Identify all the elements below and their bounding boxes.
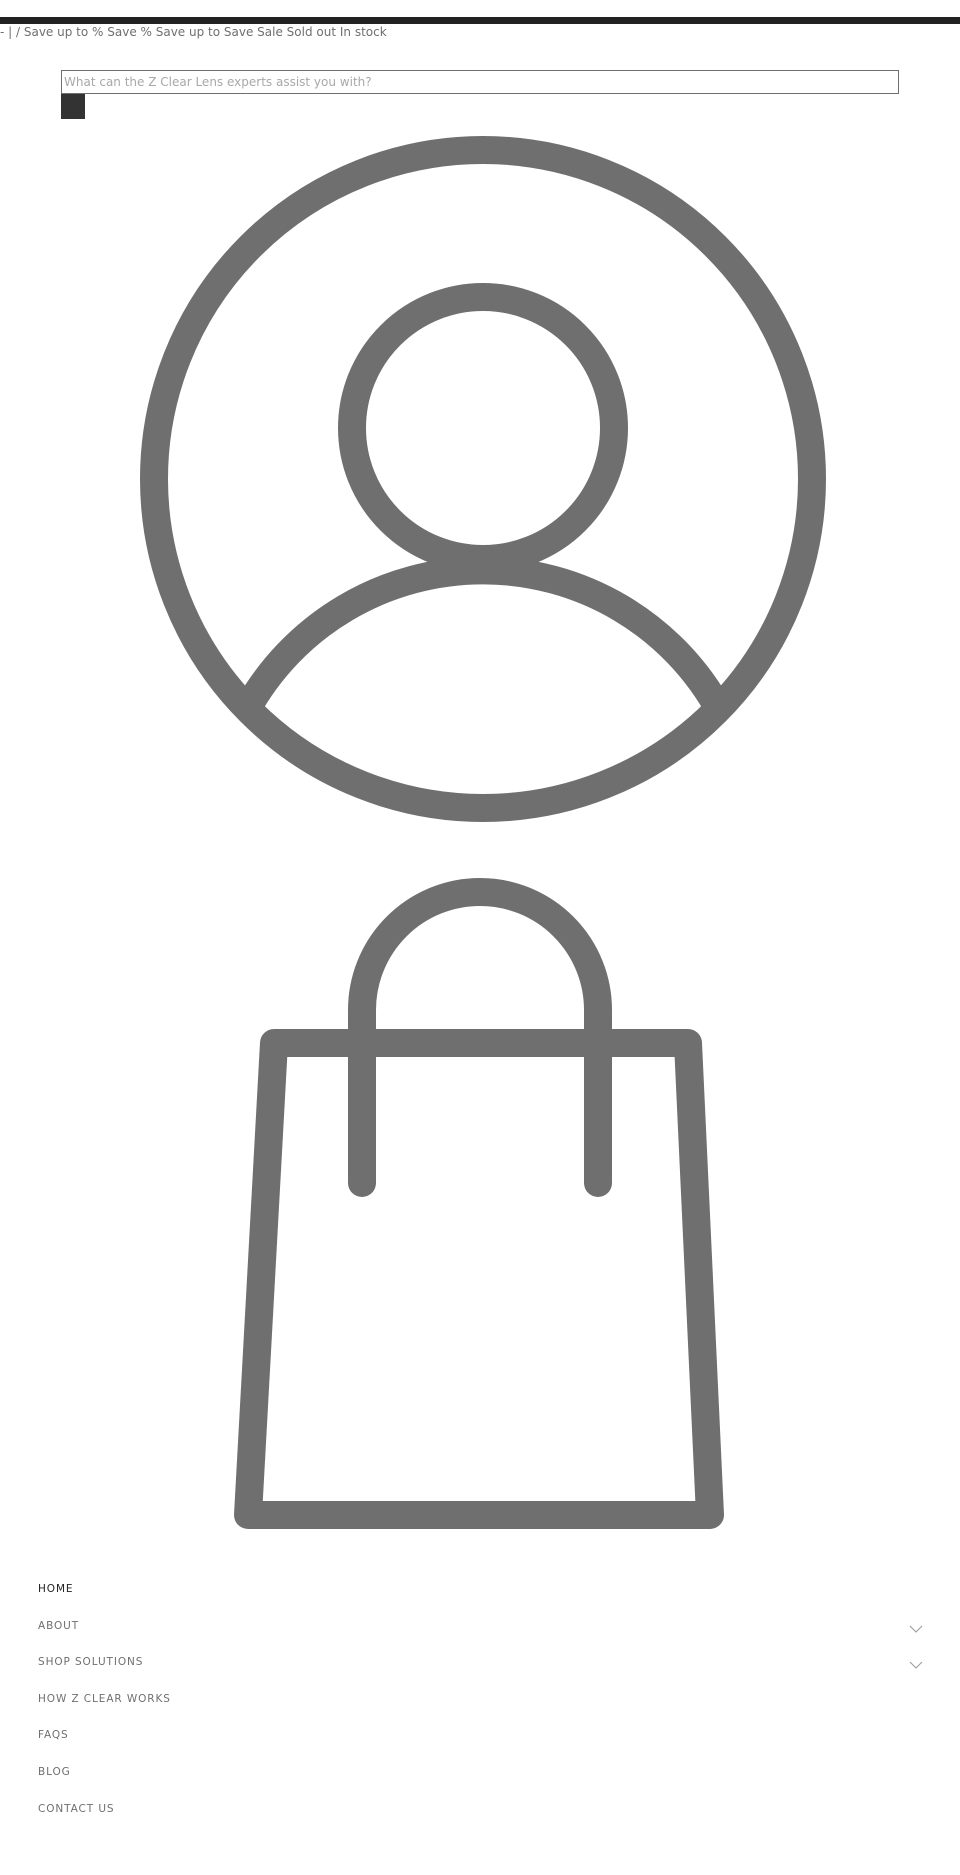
nav-item-label: ABOUT (38, 1620, 80, 1632)
nav-item-how-z-clear-works[interactable]: HOW Z CLEAR WORKS (0, 1685, 960, 1715)
nav-item-label: SHOP SOLUTIONS (38, 1656, 144, 1668)
nav-item-faqs[interactable]: FAQS (0, 1721, 960, 1751)
nav-item-label: HOW Z CLEAR WORKS (38, 1693, 171, 1705)
search-button[interactable] (61, 94, 85, 119)
nav-item-contact-us[interactable]: CONTACT US (0, 1795, 960, 1825)
announcement-bar (0, 17, 960, 24)
nav-item-label: CONTACT US (38, 1803, 115, 1815)
nav-item-about[interactable]: ABOUT (0, 1612, 960, 1642)
nav-item-label: BLOG (38, 1766, 71, 1778)
nav-item-home[interactable]: HOME (0, 1575, 960, 1605)
cart-link[interactable] (228, 870, 733, 1535)
search-input[interactable] (61, 70, 899, 94)
user-circle-icon (140, 136, 826, 822)
chevron-down-icon[interactable] (908, 1660, 924, 1670)
nav-item-label: FAQS (38, 1729, 69, 1741)
nav-item-label: HOME (38, 1583, 74, 1595)
account-link[interactable] (140, 136, 826, 822)
shopping-bag-icon (234, 878, 724, 1529)
chevron-down-icon[interactable] (908, 1624, 924, 1634)
nav-item-shop-solutions[interactable]: SHOP SOLUTIONS (0, 1648, 960, 1678)
announcement-text: - | / Save up to % Save % Save up to Sav… (0, 25, 387, 39)
nav-item-blog[interactable]: BLOG (0, 1758, 960, 1788)
